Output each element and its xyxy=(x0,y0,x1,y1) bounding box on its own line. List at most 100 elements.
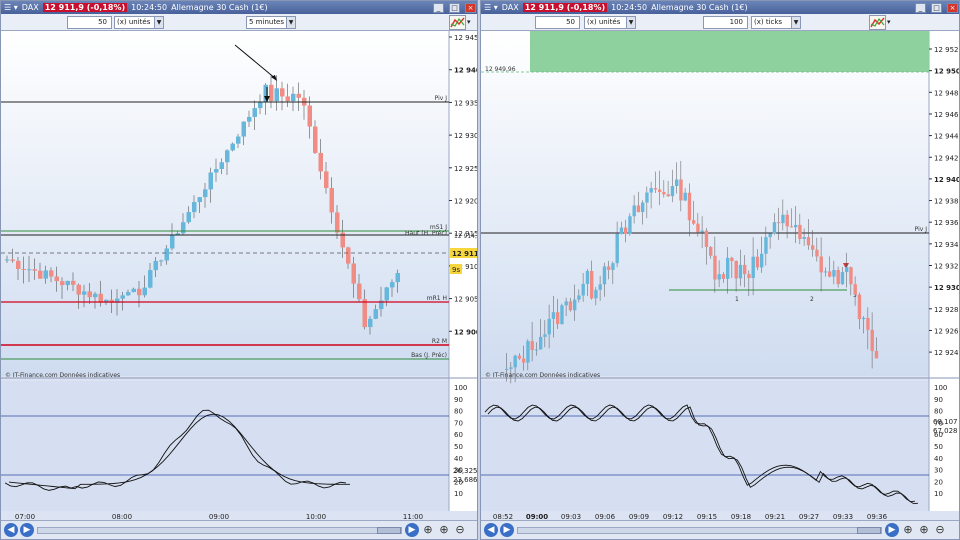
chevron-down-icon[interactable]: ▾ xyxy=(467,18,471,26)
osc-tick-label: 40 xyxy=(454,455,463,463)
candle-body xyxy=(840,272,845,285)
pivot-label: Piv J xyxy=(915,226,928,233)
menu-icon[interactable]: ☰ ▾ xyxy=(4,3,18,12)
y-tick-label: 12 935 xyxy=(454,99,477,107)
zoom-in-icon[interactable]: ⊕ xyxy=(437,523,451,537)
candle-body xyxy=(598,284,602,290)
candle-body xyxy=(373,309,378,319)
candle-body xyxy=(181,222,186,234)
osc-tick-label: 60 xyxy=(454,431,463,439)
y-tick-label: 12 924 xyxy=(934,349,959,357)
candle-body xyxy=(628,216,632,234)
ticks-unit-select[interactable]: (x) ticks ▼ xyxy=(751,16,801,29)
chart-scrollbar[interactable]: ◀ ▶ ▶ ⊕ ⊕ ⊖ xyxy=(481,520,959,539)
candle-body xyxy=(98,293,103,303)
candle-body xyxy=(845,267,849,273)
chart-window-right[interactable]: ☰ ▾ DAX 12 911,9 (-0,18%) 10:24:50 Allem… xyxy=(480,0,960,540)
indicators-glyph xyxy=(450,17,465,28)
candle-body xyxy=(517,355,522,359)
interval-select[interactable]: 5 minutes ▼ xyxy=(246,16,296,29)
chart-window-left[interactable]: ☰ ▾ DAX 12 911,9 (-0,18%) 10:24:50 Allem… xyxy=(0,0,478,540)
scroll-end-icon[interactable]: ▶ xyxy=(405,523,419,537)
unit-select[interactable]: (x) unités ▼ xyxy=(114,16,164,29)
maximize-button[interactable]: □ xyxy=(931,2,942,13)
candle-body xyxy=(611,263,615,270)
candle-body xyxy=(32,269,37,271)
price-chart[interactable]: 12 945 12 940 12 935 12 930 12 925 12 920 12 9… xyxy=(1,31,477,522)
zone-label: 12 949,96 xyxy=(485,66,516,73)
candle-body xyxy=(368,318,373,328)
candle-body xyxy=(131,288,136,293)
menu-icon[interactable]: ☰ ▾ xyxy=(484,3,498,12)
zoom-in-icon[interactable]: ⊕ xyxy=(917,523,931,537)
interval-select-label: 5 minutes xyxy=(249,18,285,26)
y-tick-label: 12 930 xyxy=(454,132,477,140)
minimize-button[interactable]: _ xyxy=(433,2,444,13)
y-tick-label: 12 920 xyxy=(454,198,477,206)
clock-label: 10:24:50 xyxy=(131,3,168,12)
quantity-input[interactable]: 50 xyxy=(535,16,580,29)
candle-body xyxy=(307,105,312,127)
ticks-input[interactable]: 100 xyxy=(703,16,748,29)
osc-tick-label: 20 xyxy=(934,478,943,486)
scroll-right-icon[interactable]: ▶ xyxy=(20,523,34,537)
zoom-out-icon[interactable]: ⊖ xyxy=(453,523,467,537)
candle-body xyxy=(823,271,828,273)
osc-tick-label: 100 xyxy=(934,384,947,392)
osc-tick-label: 100 xyxy=(454,384,467,392)
maximize-button[interactable]: □ xyxy=(449,2,460,13)
scroll-track[interactable] xyxy=(37,527,402,534)
window-titlebar[interactable]: ☰ ▾ DAX 12 911,9 (-0,18%) 10:24:50 Allem… xyxy=(1,1,477,14)
clock-label: 10:24:50 xyxy=(611,3,648,12)
candle-body xyxy=(384,287,389,301)
scroll-thumb[interactable] xyxy=(377,527,401,534)
candle-body xyxy=(696,223,700,233)
zoom-fit-icon[interactable]: ⊕ xyxy=(421,523,435,537)
close-button[interactable]: × xyxy=(465,2,476,13)
scroll-right-icon[interactable]: ▶ xyxy=(500,523,514,537)
indicators-icon[interactable] xyxy=(449,15,466,30)
scroll-left-icon[interactable]: ◀ xyxy=(484,523,498,537)
candle-body xyxy=(76,284,81,295)
wave-label-1: 1 xyxy=(735,296,739,303)
instrument-name: Allemagne 30 Cash (1€) xyxy=(651,3,748,12)
candle-body xyxy=(285,96,290,102)
osc-tick-label: 10 xyxy=(934,490,943,498)
price-tag: 12 911,9 xyxy=(452,250,477,258)
price-pane xyxy=(1,31,449,376)
y-tick-label: 12 925 xyxy=(454,165,477,173)
y-tick-label: 12 940 xyxy=(454,67,477,75)
candle-body xyxy=(798,224,802,239)
candle-body xyxy=(280,88,285,97)
candle-body xyxy=(594,289,598,299)
candle-body xyxy=(54,276,59,282)
indicators-icon[interactable] xyxy=(869,15,886,30)
candle-body xyxy=(874,351,879,359)
y-tick-label: 12 950 xyxy=(934,68,959,76)
candle-body xyxy=(662,192,666,195)
zoom-fit-icon[interactable]: ⊕ xyxy=(901,523,915,537)
chart-scrollbar[interactable]: ◀ ▶ ▶ ⊕ ⊕ ⊖ xyxy=(1,520,477,539)
credit-label: © IT-Finance.com Données indicatives xyxy=(5,372,120,379)
candle-body xyxy=(679,179,683,201)
scroll-left-icon[interactable]: ◀ xyxy=(4,523,18,537)
candle-body xyxy=(208,172,213,190)
window-titlebar[interactable]: ☰ ▾ DAX 12 911,9 (-0,18%) 10:24:50 Allem… xyxy=(481,1,959,14)
scroll-thumb[interactable] xyxy=(857,527,881,534)
candle-body xyxy=(142,287,147,296)
candle-body xyxy=(153,260,158,271)
price-chart[interactable]: 12 95212 95012 94812 94612 94412 94212 9… xyxy=(481,31,959,522)
candle-body xyxy=(556,312,560,325)
scroll-track[interactable] xyxy=(517,527,882,534)
scroll-end-icon[interactable]: ▶ xyxy=(885,523,899,537)
candle-body xyxy=(170,234,175,249)
unit-select[interactable]: (x) unités ▼ xyxy=(584,16,636,29)
candle-body xyxy=(687,192,692,221)
zoom-out-icon[interactable]: ⊖ xyxy=(933,523,947,537)
candle-body xyxy=(573,299,577,311)
close-button[interactable]: × xyxy=(947,2,958,13)
minimize-button[interactable]: _ xyxy=(915,2,926,13)
quantity-input[interactable]: 50 xyxy=(67,16,112,29)
chevron-down-icon[interactable]: ▾ xyxy=(887,18,891,26)
candle-body xyxy=(21,268,26,270)
